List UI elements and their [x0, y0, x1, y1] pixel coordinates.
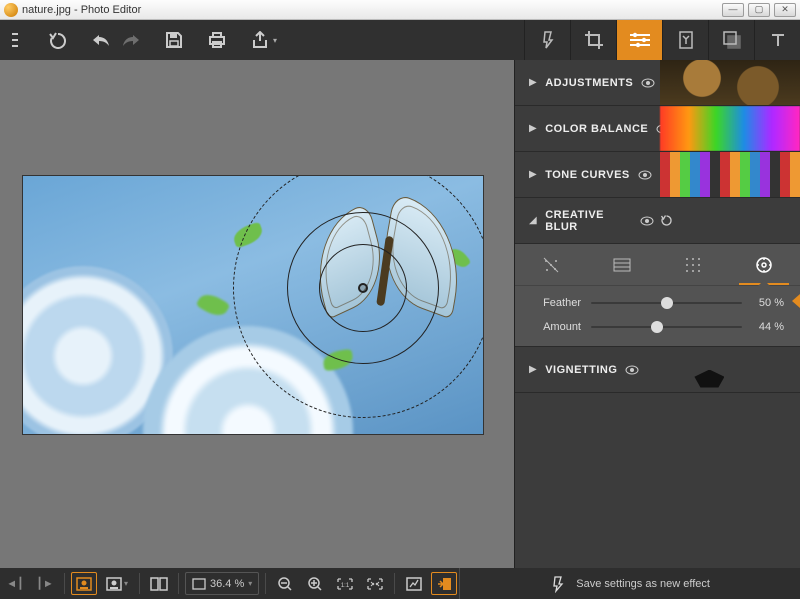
before-after-button[interactable] — [399, 568, 429, 599]
print-button[interactable] — [202, 31, 232, 49]
prev-image-button[interactable]: ◄┃ — [0, 568, 30, 599]
feather-slider[interactable] — [591, 296, 742, 310]
menu-button[interactable] — [0, 33, 30, 47]
chevron-right-icon: ▶ — [529, 364, 537, 375]
next-image-button[interactable]: ┃► — [30, 568, 60, 599]
panel-label: CREATIVE BLUR — [545, 209, 631, 233]
single-view-button[interactable] — [71, 572, 97, 595]
zoom-fit-button[interactable] — [360, 568, 390, 599]
image-canvas[interactable] — [23, 176, 483, 434]
visibility-icon[interactable] — [641, 78, 655, 88]
apply-button[interactable] — [431, 572, 457, 595]
top-toolbar: ▾ — [0, 20, 800, 60]
panel-label: TONE CURVES — [545, 169, 630, 181]
slider-value: 44 % — [742, 321, 784, 333]
svg-text:1:1: 1:1 — [341, 583, 350, 589]
zoom-in-button[interactable] — [300, 568, 330, 599]
zoom-value: 36.4 % — [210, 578, 244, 590]
blur-subtab-linear[interactable] — [586, 244, 657, 285]
panel-header-creative-blur[interactable]: ◢ CREATIVE BLUR — [515, 198, 800, 244]
right-panel: ▶ ADJUSTMENTS ▶ COLOR BALANCE ▶ TONE CUR… — [514, 60, 800, 568]
panel-header-adjustments[interactable]: ▶ ADJUSTMENTS — [515, 60, 800, 106]
chevron-right-icon: ▶ — [529, 77, 537, 88]
visibility-icon[interactable] — [640, 216, 654, 226]
zoom-100-button[interactable]: 1:1 — [330, 568, 360, 599]
blur-subtab-grid[interactable] — [658, 244, 729, 285]
chevron-down-icon: ▾ — [273, 36, 277, 45]
mode-tab-text[interactable] — [754, 20, 800, 60]
mode-tab-crop[interactable] — [570, 20, 616, 60]
app-icon — [4, 3, 18, 17]
canvas-area — [0, 60, 514, 568]
panel-label: COLOR BALANCE — [545, 123, 648, 135]
export-button[interactable]: ▾ — [245, 31, 283, 49]
chevron-down-icon: ◢ — [529, 215, 537, 226]
visibility-icon[interactable] — [625, 365, 639, 375]
window-maximize-button[interactable]: ▢ — [748, 3, 770, 17]
bottom-toolbar: ◄┃ ┃► ▾ 36.4 % ▾ 1:1 Save settings as ne… — [0, 568, 800, 599]
blur-center-handle[interactable] — [358, 283, 368, 293]
compare-view-button[interactable]: ▾ — [99, 568, 135, 599]
slider-row-feather: Feather 50 % — [515, 286, 800, 310]
slider-label: Feather — [531, 297, 591, 309]
amount-slider[interactable] — [591, 320, 742, 334]
window-titlebar: nature.jpg - Photo Editor — ▢ ✕ — [0, 0, 800, 20]
chevron-right-icon: ▶ — [529, 123, 537, 134]
zoom-display[interactable]: 36.4 % ▾ — [185, 572, 259, 595]
save-button[interactable] — [159, 31, 189, 49]
mode-tab-effects[interactable] — [524, 20, 570, 60]
visibility-icon[interactable] — [638, 170, 652, 180]
undo-all-button[interactable] — [43, 31, 73, 49]
panel-label: ADJUSTMENTS — [545, 77, 633, 89]
window-title: nature.jpg - Photo Editor — [22, 4, 141, 16]
redo-button[interactable] — [116, 32, 146, 48]
panel-label: VIGNETTING — [545, 364, 617, 376]
zoom-out-button[interactable] — [270, 568, 300, 599]
panel-header-color-balance[interactable]: ▶ COLOR BALANCE — [515, 106, 800, 152]
window-close-button[interactable]: ✕ — [774, 3, 796, 17]
split-view-button[interactable] — [144, 568, 174, 599]
slider-row-amount: Amount 44 % — [515, 310, 800, 334]
panel-header-tone-curves[interactable]: ▶ TONE CURVES — [515, 152, 800, 198]
mode-tab-adjust[interactable] — [616, 20, 662, 60]
slider-label: Amount — [531, 321, 591, 333]
save-as-effect-button[interactable]: Save settings as new effect — [459, 568, 800, 599]
panel-header-vignetting[interactable]: ▶ VIGNETTING — [515, 347, 800, 393]
chevron-right-icon: ▶ — [529, 169, 537, 180]
mode-tab-overlay[interactable] — [708, 20, 754, 60]
blur-subtab-radial[interactable] — [515, 244, 586, 285]
panel-body-creative-blur: Feather 50 % Amount 44 % — [515, 244, 800, 347]
mode-tabs — [524, 20, 800, 60]
mode-tab-presets[interactable] — [662, 20, 708, 60]
window-minimize-button[interactable]: — — [722, 3, 744, 17]
reset-icon[interactable] — [660, 214, 673, 227]
slider-value: 50 % — [742, 297, 784, 309]
save-effect-label: Save settings as new effect — [576, 578, 710, 590]
undo-button[interactable] — [86, 32, 116, 48]
blur-subtab-circular[interactable] — [729, 244, 800, 285]
